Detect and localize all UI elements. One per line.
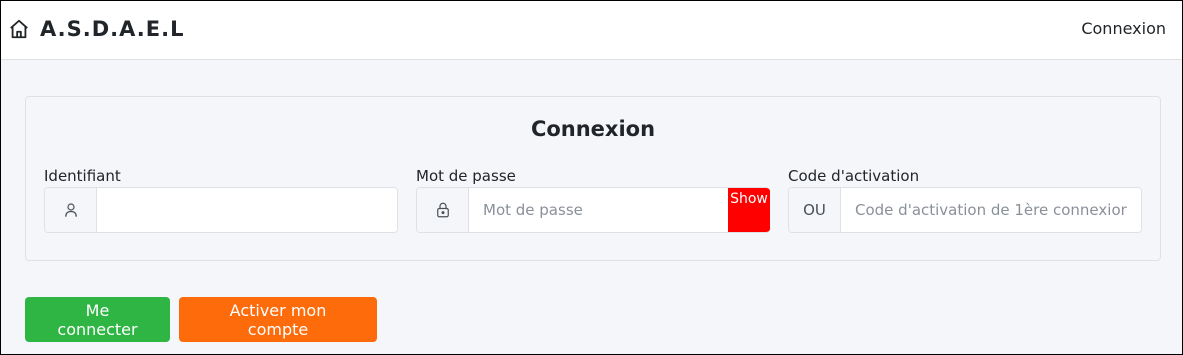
password-label: Mot de passe (416, 167, 516, 185)
nav-connexion-link[interactable]: Connexion (1081, 19, 1166, 38)
login-card: Connexion Identifiant Mot de passe Show … (25, 96, 1161, 261)
username-label: Identifiant (44, 167, 121, 185)
home-icon (10, 19, 28, 39)
password-field: Mot de passe Show (416, 167, 770, 233)
password-addon (417, 188, 469, 232)
brand-link[interactable]: A.S.D.A.E.L (8, 14, 184, 44)
lock-icon (436, 202, 449, 218)
username-input-group (44, 187, 398, 233)
user-icon (64, 203, 77, 217)
show-password-button[interactable]: Show (728, 188, 770, 232)
password-input[interactable] (469, 188, 728, 232)
activation-input-group: OU (788, 187, 1142, 233)
activation-label: Code d'activation (788, 167, 920, 185)
username-input[interactable] (97, 188, 397, 232)
navbar: A.S.D.A.E.L Connexion (0, 0, 1183, 60)
password-input-group: Show (416, 187, 770, 233)
username-addon (45, 188, 97, 232)
login-button[interactable]: Me connecter (25, 297, 170, 342)
activate-account-button[interactable]: Activer mon compte (179, 297, 377, 342)
activation-code-input[interactable] (841, 188, 1141, 232)
activation-field: Code d'activation OU (788, 167, 1142, 233)
username-field: Identifiant (44, 167, 398, 233)
activation-addon-or: OU (789, 188, 841, 232)
card-title: Connexion (530, 117, 656, 141)
brand-name: A.S.D.A.E.L (40, 17, 185, 41)
